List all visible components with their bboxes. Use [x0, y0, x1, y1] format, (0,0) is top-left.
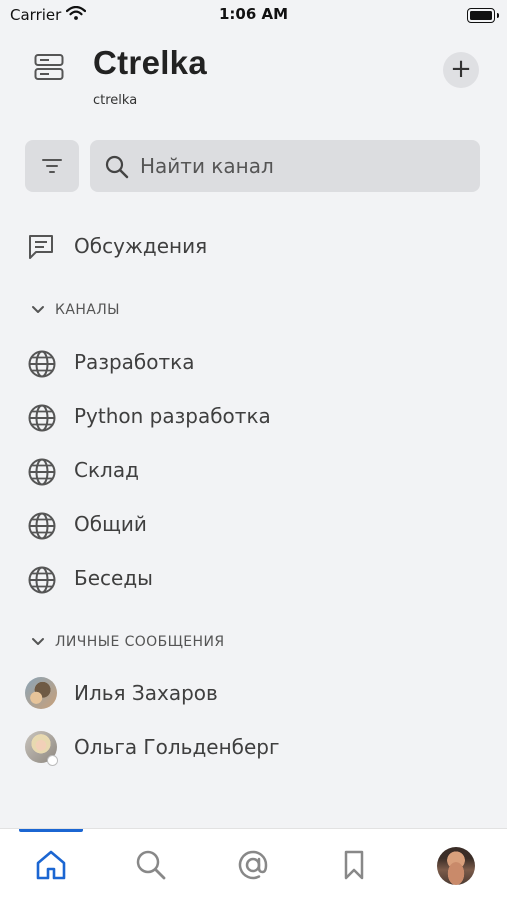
channel-item[interactable]: Беседы	[0, 556, 507, 602]
channel-label: Python разработка	[74, 404, 271, 428]
channel-item[interactable]: Склад	[0, 448, 507, 494]
search-icon	[136, 850, 166, 880]
server-icon[interactable]	[34, 52, 64, 82]
discussions-item[interactable]: Обсуждения	[0, 224, 507, 270]
channels-section-header[interactable]: КАНАЛЫ	[0, 299, 507, 323]
globe-icon	[28, 458, 56, 486]
tab-home[interactable]	[31, 845, 71, 885]
channel-item[interactable]: Общий	[0, 502, 507, 548]
globe-icon	[28, 350, 56, 378]
globe-icon	[28, 404, 56, 432]
chevron-down-icon	[32, 638, 44, 645]
direct-messages-header-label: ЛИЧНЫЕ СООБЩЕНИЯ	[55, 634, 225, 650]
globe-icon	[28, 512, 56, 540]
battery-icon	[467, 8, 499, 23]
filter-button[interactable]	[25, 140, 79, 192]
channel-label: Склад	[74, 458, 139, 482]
filter-icon	[42, 159, 62, 173]
direct-message-item[interactable]: Илья Захаров	[0, 671, 507, 717]
workspace-subtitle: ctrelka	[93, 93, 138, 108]
search-input[interactable]: Найти канал	[90, 140, 480, 192]
tab-bar	[0, 828, 507, 901]
search-placeholder: Найти канал	[140, 154, 274, 178]
profile-avatar[interactable]	[437, 847, 475, 885]
bookmark-icon	[344, 850, 364, 880]
channel-item[interactable]: Разработка	[0, 340, 507, 386]
mention-icon	[238, 850, 268, 880]
discussions-label: Обсуждения	[74, 234, 208, 258]
channel-label: Беседы	[74, 566, 153, 590]
tab-search[interactable]	[131, 845, 171, 885]
channel-item[interactable]: Python разработка	[0, 394, 507, 440]
search-icon	[105, 155, 129, 179]
direct-message-label: Илья Захаров	[74, 681, 218, 705]
home-icon	[36, 850, 66, 880]
clock: 1:06 AM	[218, 5, 289, 23]
status-bar: Carrier 1:06 AM	[0, 0, 507, 30]
channel-label: Общий	[74, 512, 147, 536]
direct-message-item[interactable]: Ольга Гольденберг	[0, 725, 507, 771]
channels-header-label: КАНАЛЫ	[55, 302, 120, 318]
avatar	[25, 677, 57, 709]
workspace-title: Ctrelka	[93, 44, 207, 81]
active-tab-indicator	[19, 829, 83, 832]
direct-message-label: Ольга Гольденберг	[74, 735, 280, 759]
discussion-icon	[29, 235, 53, 259]
channel-label: Разработка	[74, 350, 195, 374]
globe-icon	[28, 566, 56, 594]
tab-mentions[interactable]	[233, 845, 273, 885]
direct-messages-section-header[interactable]: ЛИЧНЫЕ СООБЩЕНИЯ	[0, 631, 507, 655]
add-button[interactable]: +	[443, 52, 479, 88]
tab-saved[interactable]	[334, 845, 374, 885]
chevron-down-icon	[32, 306, 44, 313]
presence-indicator	[47, 755, 58, 766]
